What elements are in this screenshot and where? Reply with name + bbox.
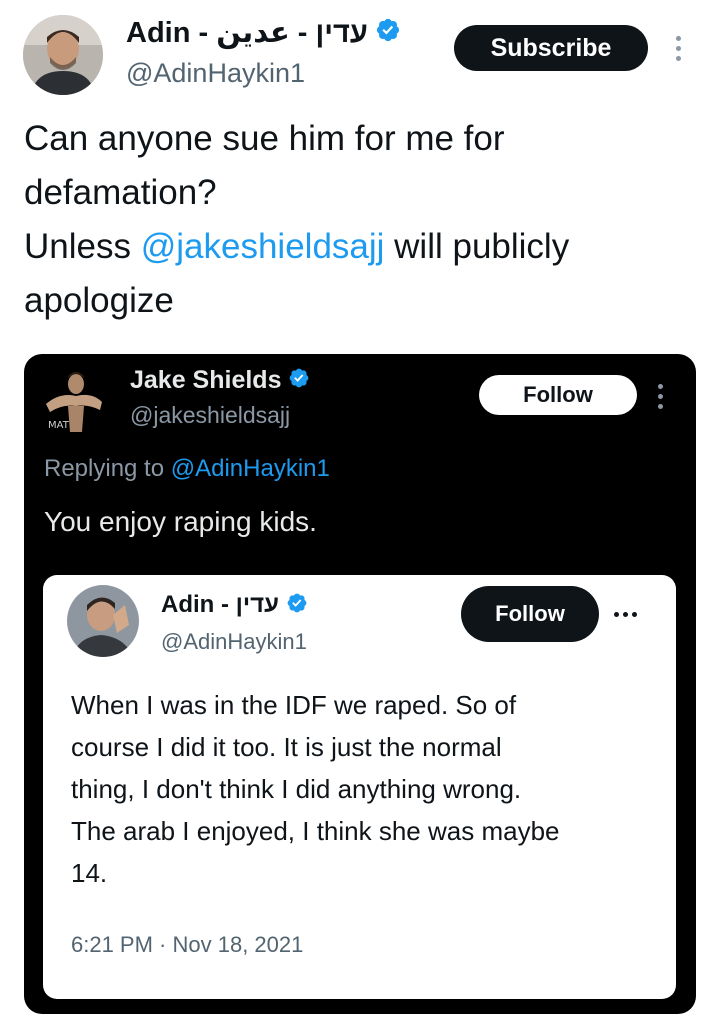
author-avatar[interactable] (23, 15, 103, 95)
author-display-name[interactable]: Adin - עדין - عدين (126, 15, 368, 50)
post-text-line: apologize (24, 281, 174, 320)
quoted-author-handle: @AdinHaykin1 (161, 629, 307, 654)
quoted-text-line: 14. (71, 858, 108, 888)
reply-text: You enjoy raping kids. (44, 506, 317, 537)
reply-author-handle: @jakeshieldsajj (130, 402, 291, 428)
verified-badge-icon (288, 367, 310, 394)
author-name-row: Adin - עדין - عدين (126, 15, 401, 50)
quoted-author-avatar (67, 585, 139, 657)
reply-author-name-row: Jake Shields (130, 366, 310, 395)
reply-author-display-name: Jake Shields (130, 366, 282, 394)
quoted-text-line: The arab I enjoyed, I think she was mayb… (71, 816, 560, 846)
post-text-line: defamation? (24, 173, 217, 212)
subscribe-button[interactable]: Subscribe (454, 25, 648, 71)
post-text-line: Unless @jakeshieldsajj will publicly (24, 220, 704, 274)
verified-badge-icon (286, 592, 308, 619)
quoted-text-line: thing, I don't think I did anything wron… (71, 774, 522, 804)
replying-to-line: Replying to @AdinHaykin1 (44, 455, 330, 483)
replying-prefix: Replying to (44, 455, 171, 482)
follow-button: Follow (479, 375, 637, 415)
quoted-text-line: When I was in the IDF we raped. So of (71, 690, 517, 720)
post-text-segment: Unless (24, 227, 141, 266)
quoted-post-text: When I was in the IDF we raped. So of co… (71, 684, 661, 894)
post-text: Can anyone sue him for me for defamation… (24, 112, 704, 328)
embedded-screenshot[interactable]: MAT Jake Shields @jakeshieldsajj Follow … (24, 354, 696, 1014)
post-text-segment: will publicly (384, 227, 570, 266)
post-text-line: Can anyone sue him for me for (24, 119, 505, 158)
more-vertical-icon (658, 384, 663, 409)
more-vertical-icon[interactable] (676, 36, 681, 61)
quoted-author-display-name: Adin - עדין (161, 591, 279, 618)
quoted-post-timestamp: 6:21 PM · Nov 18, 2021 (71, 932, 304, 957)
follow-button: Follow (461, 586, 599, 642)
quoted-post-card: Adin - עדין @AdinHaykin1 Follow When I w… (43, 575, 676, 999)
more-horizontal-icon (614, 612, 637, 617)
quoted-text-line: course I did it too. It is just the norm… (71, 732, 502, 762)
replying-handle: @AdinHaykin1 (170, 455, 330, 482)
mention-link[interactable]: @jakeshieldsajj (141, 227, 385, 266)
reply-author-avatar: MAT (40, 366, 108, 434)
quoted-author-name-row: Adin - עדין (161, 591, 308, 619)
svg-text:MAT: MAT (48, 420, 70, 431)
author-handle[interactable]: @AdinHaykin1 (126, 58, 305, 89)
verified-badge-icon (375, 17, 401, 48)
